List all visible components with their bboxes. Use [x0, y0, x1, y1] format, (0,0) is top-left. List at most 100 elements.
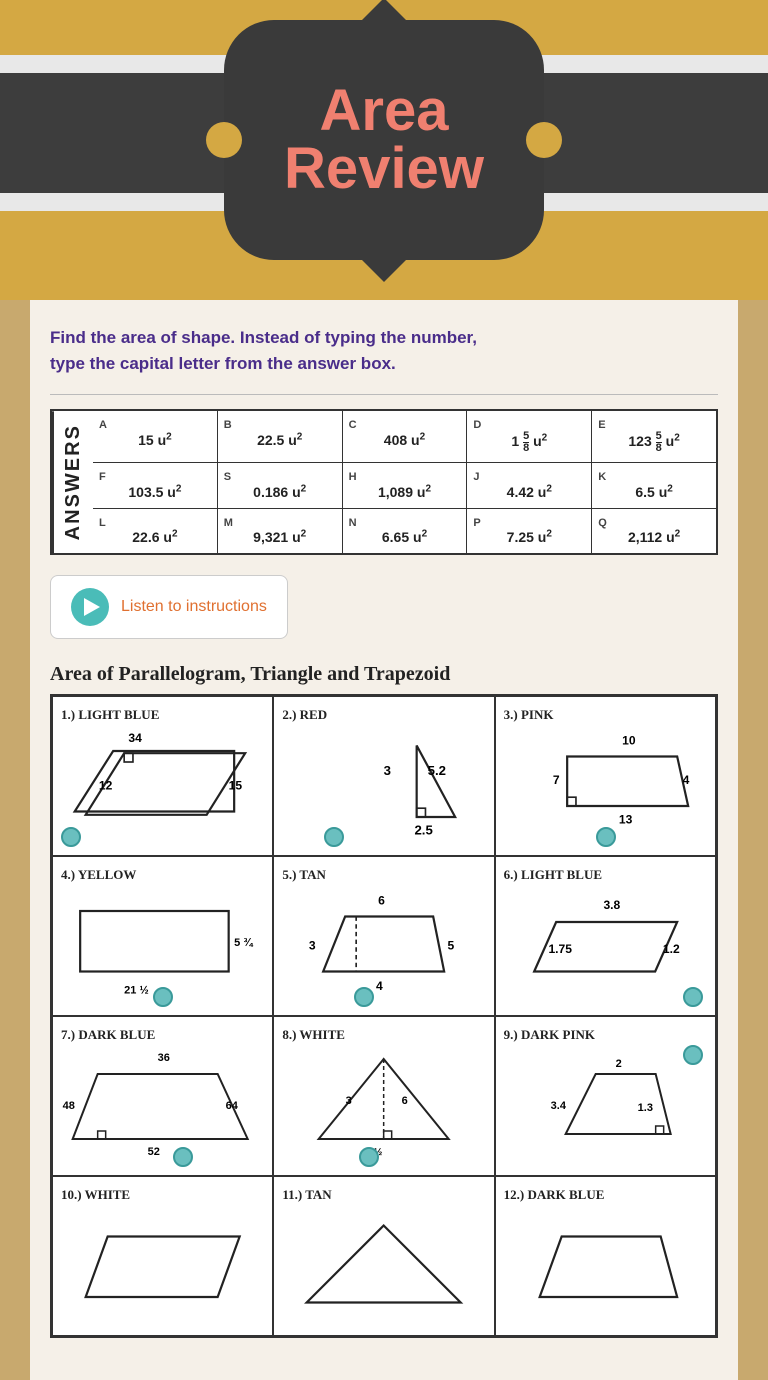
svg-text:3: 3	[384, 764, 391, 779]
answer-cell-f: F 103.5 u2	[93, 463, 218, 508]
problem-9-label: 9.) DARK PINK	[504, 1027, 707, 1043]
svg-text:36: 36	[158, 1052, 170, 1064]
problem-11-label: 11.) TAN	[282, 1187, 485, 1203]
svg-text:2.5: 2.5	[415, 823, 433, 838]
answer-cell-a: A 15 u2	[93, 411, 218, 462]
answer-cell-q: Q 2,112 u2	[592, 509, 716, 554]
answers-row-1: A 15 u2 B 22.5 u2 C 408 u2 D 1 58 u2 E	[93, 411, 716, 463]
answers-row-3: L 22.6 u2 M 9,321 u2 N 6.65 u2 P 7.25 u2…	[93, 509, 716, 554]
problem-6-label: 6.) LIGHT BLUE	[504, 867, 707, 883]
problem-8-label: 8.) WHITE	[282, 1027, 485, 1043]
svg-text:6: 6	[378, 894, 385, 908]
svg-text:3: 3	[309, 939, 316, 953]
answer-cell-p: P 7.25 u2	[467, 509, 592, 554]
answer-cell-n: N 6.65 u2	[343, 509, 468, 554]
svg-text:13: 13	[619, 813, 633, 827]
svg-text:15: 15	[229, 779, 243, 793]
problem-4-svg: 5 ¾ 21 ½	[61, 889, 264, 999]
problem-11: 11.) TAN	[273, 1176, 494, 1336]
svg-text:6: 6	[402, 1095, 408, 1107]
problems-grid: 1.) LIGHT BLUE 34 12 15 2.) RED 3 5.2 2.…	[50, 694, 718, 1338]
problem-5-svg: 6 3 5 4	[282, 889, 485, 999]
svg-text:1.75: 1.75	[548, 942, 572, 956]
problem-10-svg	[61, 1209, 264, 1319]
answer-cell-k: K 6.5 u2	[592, 463, 716, 508]
svg-text:34: 34	[128, 732, 142, 746]
problem-2: 2.) RED 3 5.2 2.5	[273, 696, 494, 856]
problem-8-svg: 3 6 7 ½	[282, 1049, 485, 1159]
problem-6-svg: 3.8 1.75 1.2	[504, 889, 707, 999]
page-title: Area Review	[224, 82, 544, 198]
answer-dot-2[interactable]	[324, 827, 344, 847]
problem-7-svg: 36 48 64 52	[61, 1049, 264, 1159]
problem-9: 9.) DARK PINK 2 3.4 1.3	[495, 1016, 716, 1176]
badge-shape: Area Review	[224, 20, 544, 260]
svg-text:21 ½: 21 ½	[124, 985, 148, 997]
answers-table: ANSWERS A 15 u2 B 22.5 u2 C 408 u2 D 1	[50, 409, 718, 555]
problem-5-label: 5.) TAN	[282, 867, 485, 883]
svg-text:5.2: 5.2	[428, 764, 446, 779]
main-content: Find the area of shape. Instead of typin…	[30, 300, 738, 1380]
problem-11-svg	[282, 1209, 485, 1319]
problem-6: 6.) LIGHT BLUE 3.8 1.75 1.2	[495, 856, 716, 1016]
answer-dot-4[interactable]	[153, 987, 173, 1007]
svg-text:3.8: 3.8	[603, 898, 620, 912]
answer-cell-e: E 123 58 u2	[592, 411, 716, 462]
answer-dot-5[interactable]	[354, 987, 374, 1007]
instruction-text: Find the area of shape. Instead of typin…	[50, 325, 718, 376]
problem-2-svg: 3 5.2 2.5	[282, 729, 485, 839]
answer-dot-3[interactable]	[596, 827, 616, 847]
svg-text:2: 2	[615, 1058, 621, 1070]
header: Area Review	[0, 0, 768, 300]
svg-text:48: 48	[63, 1100, 75, 1112]
problem-1-svg: 34 12 15	[61, 729, 264, 839]
problem-8: 8.) WHITE 3 6 7 ½	[273, 1016, 494, 1176]
answer-dot-7[interactable]	[173, 1147, 193, 1167]
svg-text:10: 10	[622, 734, 636, 748]
divider	[50, 394, 718, 395]
svg-text:1.2: 1.2	[663, 942, 680, 956]
problem-5: 5.) TAN 6 3 5 4	[273, 856, 494, 1016]
svg-text:52: 52	[148, 1146, 160, 1158]
problem-3-label: 3.) PINK	[504, 707, 707, 723]
svg-text:4: 4	[682, 773, 689, 787]
section-title: Area of Parallelogram, Triangle and Trap…	[50, 663, 718, 686]
problem-12-label: 12.) DARK BLUE	[504, 1187, 707, 1203]
problem-7: 7.) DARK BLUE 36 48 64 52	[52, 1016, 273, 1176]
listen-button[interactable]: Listen to instructions	[50, 575, 288, 639]
listen-label: Listen to instructions	[121, 598, 267, 616]
problem-12-svg	[504, 1209, 707, 1319]
problem-2-label: 2.) RED	[282, 707, 485, 723]
svg-text:3: 3	[346, 1095, 352, 1107]
problem-4-label: 4.) YELLOW	[61, 867, 264, 883]
answer-cell-s: S 0.186 u2	[218, 463, 343, 508]
problem-4: 4.) YELLOW 5 ¾ 21 ½	[52, 856, 273, 1016]
answer-dot-1[interactable]	[61, 827, 81, 847]
svg-text:3.4: 3.4	[550, 1100, 566, 1112]
answer-cell-m: M 9,321 u2	[218, 509, 343, 554]
problem-9-svg: 2 3.4 1.3	[504, 1049, 707, 1159]
answer-dot-6[interactable]	[683, 987, 703, 1007]
svg-text:12: 12	[99, 779, 113, 793]
answer-cell-c: C 408 u2	[343, 411, 468, 462]
problem-7-label: 7.) DARK BLUE	[61, 1027, 264, 1043]
play-triangle	[84, 598, 100, 616]
problem-1-label: 1.) LIGHT BLUE	[61, 707, 264, 723]
problem-10: 10.) WHITE	[52, 1176, 273, 1336]
svg-text:64: 64	[226, 1100, 239, 1112]
svg-text:5 ¾: 5 ¾	[234, 938, 253, 950]
answer-dot-8[interactable]	[359, 1147, 379, 1167]
answer-cell-d: D 1 58 u2	[467, 411, 592, 462]
problem-1: 1.) LIGHT BLUE 34 12 15	[52, 696, 273, 856]
problem-3-svg: 10 7 4 13	[504, 729, 707, 839]
problem-12: 12.) DARK BLUE	[495, 1176, 716, 1336]
answers-grid: A 15 u2 B 22.5 u2 C 408 u2 D 1 58 u2 E	[93, 411, 716, 553]
answer-cell-b: B 22.5 u2	[218, 411, 343, 462]
answer-cell-l: L 22.6 u2	[93, 509, 218, 554]
svg-text:4: 4	[376, 980, 383, 994]
problem-3: 3.) PINK 10 7 4 13	[495, 696, 716, 856]
svg-text:5: 5	[448, 939, 455, 953]
answer-cell-j: J 4.42 u2	[467, 463, 592, 508]
answers-label: ANSWERS	[52, 411, 93, 553]
svg-text:7: 7	[553, 773, 560, 787]
